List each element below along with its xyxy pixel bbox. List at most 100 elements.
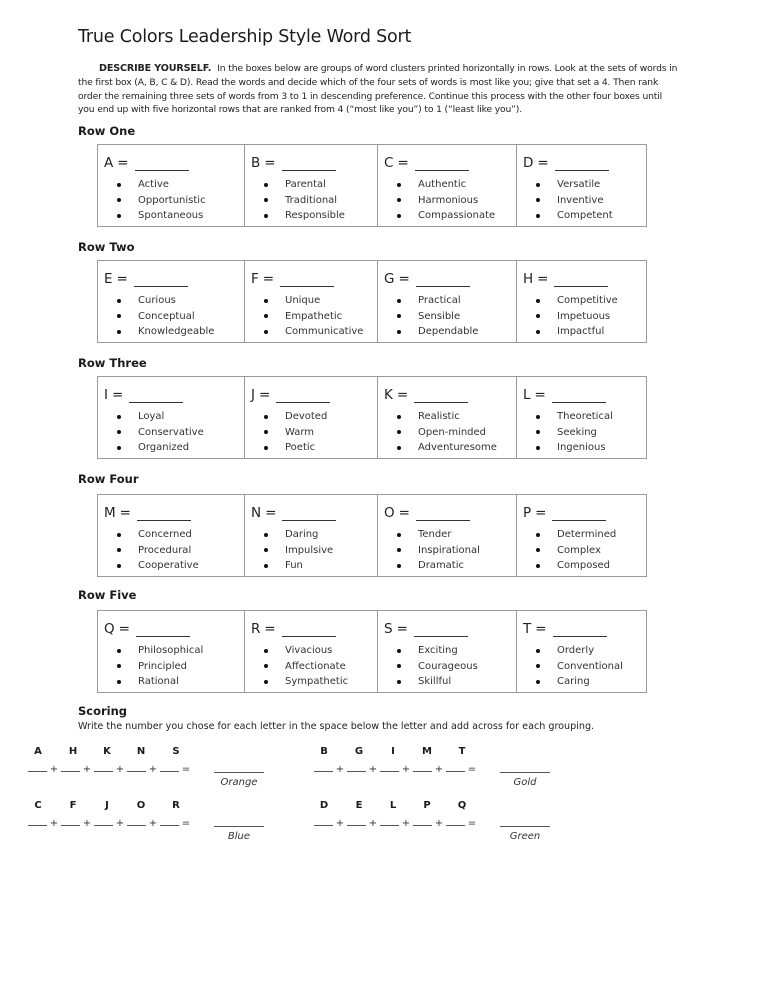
word-item: Concerned	[104, 527, 244, 543]
bullet-icon	[117, 664, 121, 669]
equals-sign: =	[535, 621, 547, 637]
score-input-line[interactable]	[314, 763, 333, 772]
scoring-group-gold: B G I M T + + + + = Gold	[314, 746, 574, 796]
word-item: Opportunistic	[104, 193, 244, 209]
bullet-icon	[397, 664, 401, 669]
plus-sign: +	[335, 764, 345, 775]
bullet-icon	[264, 182, 268, 187]
score-input-line[interactable]	[314, 817, 333, 826]
set-letter: F	[251, 271, 259, 287]
word-set-box: E = Curious Conceptual Knowledgeable F = Unique…	[97, 260, 647, 343]
set-letter: T	[523, 621, 532, 637]
rank-input-line[interactable]	[551, 391, 606, 403]
bullet-icon	[536, 182, 540, 187]
rank-input-line[interactable]	[414, 159, 469, 171]
rank-input-line[interactable]	[280, 275, 335, 287]
bullet-icon	[536, 314, 540, 319]
bullet-icon	[264, 314, 268, 319]
word-item: Conventional	[523, 659, 646, 675]
total-input-line[interactable]	[214, 772, 264, 773]
word-item: Organized	[104, 440, 244, 456]
rank-input-line[interactable]	[554, 159, 609, 171]
scoring-letter: J	[105, 800, 109, 811]
word-list: Curious Conceptual Knowledgeable	[104, 293, 244, 340]
score-input-line[interactable]	[347, 763, 366, 772]
score-input-line[interactable]	[413, 763, 432, 772]
equals-sign: =	[118, 621, 130, 637]
score-input-line[interactable]	[413, 817, 432, 826]
word-text: Fun	[285, 560, 303, 571]
rank-input-line[interactable]	[282, 509, 337, 521]
score-input-line[interactable]	[94, 763, 113, 772]
score-input-line[interactable]	[127, 763, 146, 772]
bullet-icon	[117, 445, 121, 450]
rank-input-line[interactable]	[281, 625, 336, 637]
word-text: Competent	[557, 210, 613, 221]
rank-input-line[interactable]	[129, 391, 184, 403]
score-input-line[interactable]	[160, 763, 179, 772]
rank-input-line[interactable]	[414, 391, 469, 403]
word-list: Active Opportunistic Spontaneous	[104, 177, 244, 224]
score-input-line[interactable]	[94, 817, 113, 826]
total-input-line[interactable]	[500, 772, 550, 773]
bullet-icon	[536, 198, 540, 203]
scoring-letter: D	[319, 800, 329, 811]
word-text: Communicative	[285, 326, 364, 337]
score-input-line[interactable]	[61, 763, 80, 772]
rank-input-line[interactable]	[134, 159, 189, 171]
rank-input-line[interactable]	[554, 275, 609, 287]
score-input-line[interactable]	[380, 817, 399, 826]
rank-input-line[interactable]	[281, 159, 336, 171]
set-label: S =	[384, 616, 516, 637]
score-input-line[interactable]	[28, 817, 47, 826]
score-input-line[interactable]	[446, 763, 465, 772]
score-input-line[interactable]	[446, 817, 465, 826]
word-item: Fun	[251, 558, 377, 574]
rank-input-line[interactable]	[133, 275, 188, 287]
score-input-line[interactable]	[127, 817, 146, 826]
score-input-line[interactable]	[347, 817, 366, 826]
bullet-icon	[264, 198, 268, 203]
score-sum-row: + + + + =	[314, 763, 479, 775]
scoring-letter: T	[458, 746, 466, 757]
rank-input-line[interactable]	[552, 509, 607, 521]
score-input-line[interactable]	[380, 763, 399, 772]
word-text: Composed	[557, 560, 611, 571]
total-input-line[interactable]	[214, 826, 264, 827]
scoring-letter: R	[172, 800, 180, 811]
word-text: Sensible	[418, 310, 461, 322]
word-set-g: G = Practical Sensible Dependable	[378, 261, 517, 342]
rank-input-line[interactable]	[413, 625, 468, 637]
row-heading: Row One	[78, 124, 136, 138]
word-list: Versatile Inventive Competent	[523, 177, 646, 224]
rank-input-line[interactable]	[276, 391, 331, 403]
word-item: Courageous	[384, 659, 516, 675]
bullet-icon	[536, 532, 540, 537]
score-input-line[interactable]	[61, 817, 80, 826]
scoring-letter: L	[389, 800, 397, 811]
rank-input-line[interactable]	[135, 625, 190, 637]
rank-input-line[interactable]	[552, 625, 607, 637]
row-heading: Row Four	[78, 472, 139, 486]
scoring-letter: O	[136, 800, 146, 811]
set-letter: Q	[104, 621, 115, 637]
rank-input-line[interactable]	[415, 509, 470, 521]
word-text: Conservative	[138, 426, 204, 438]
total-input-line[interactable]	[500, 826, 550, 827]
word-item: Impulsive	[251, 543, 377, 559]
word-item: Theoretical	[523, 409, 646, 425]
plus-sign: +	[368, 818, 378, 829]
score-input-line[interactable]	[28, 763, 47, 772]
set-label: I =	[104, 382, 244, 403]
bullet-icon	[397, 679, 401, 684]
rank-input-line[interactable]	[415, 275, 470, 287]
set-label: L =	[523, 382, 646, 403]
word-text: Inventive	[557, 194, 604, 206]
word-item: Daring	[251, 527, 377, 543]
word-text: Poetic	[285, 442, 316, 453]
score-input-line[interactable]	[160, 817, 179, 826]
set-letter: R	[251, 621, 261, 637]
equals-sign: =	[535, 505, 547, 521]
word-list: Vivacious Affectionate Sympathetic	[251, 643, 377, 690]
rank-input-line[interactable]	[136, 509, 191, 521]
